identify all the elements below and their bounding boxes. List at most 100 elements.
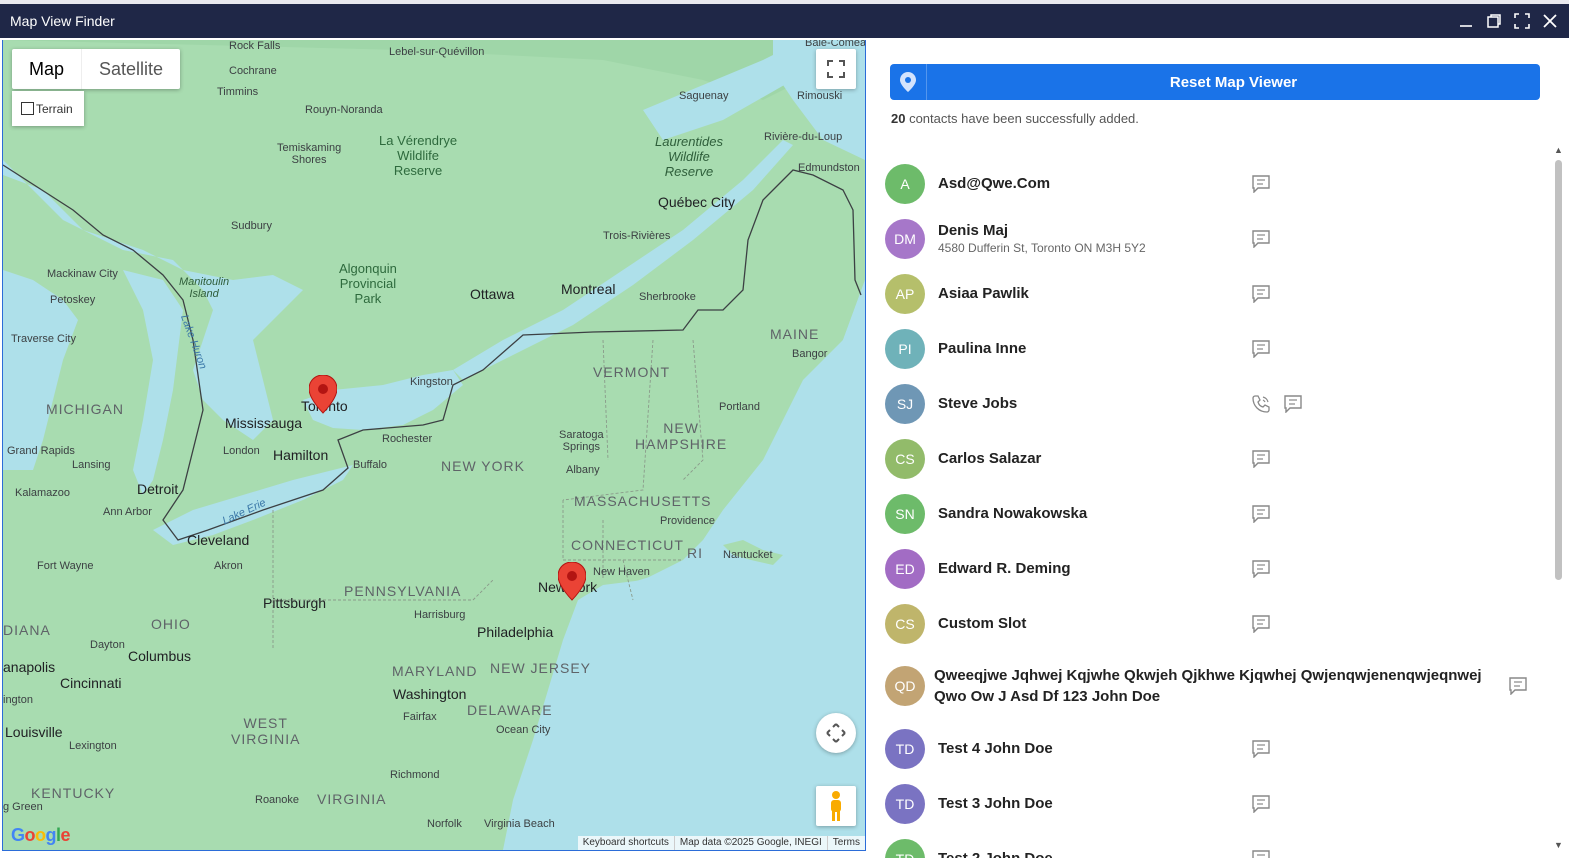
avatar: ED xyxy=(885,549,925,589)
terrain-checkbox[interactable] xyxy=(21,102,34,115)
contact-actions xyxy=(1250,558,1272,580)
contact-item[interactable]: TDTest 3 John Doe xyxy=(866,776,1556,831)
message-icon[interactable] xyxy=(1250,848,1272,858)
scroll-down-icon[interactable]: ▼ xyxy=(1554,840,1563,850)
message-icon[interactable] xyxy=(1250,338,1272,360)
map-type-map-button[interactable]: Map xyxy=(12,49,82,89)
map-type-control: Map Satellite xyxy=(12,49,180,89)
contact-text: Carlos Salazar xyxy=(938,450,1041,467)
map-label-roanoke: Roanoke xyxy=(255,794,299,806)
close-icon[interactable] xyxy=(1539,10,1561,32)
contact-item[interactable]: APAsiaa Pawlik xyxy=(866,266,1556,321)
message-icon[interactable] xyxy=(1250,558,1272,580)
contact-item[interactable]: CS Carlos Salazar xyxy=(866,431,1556,486)
contact-name: Denis Maj xyxy=(938,222,1146,239)
message-icon[interactable] xyxy=(1250,283,1272,305)
map-label-louisville: Louisville xyxy=(5,724,63,740)
call-icon[interactable] xyxy=(1250,393,1272,415)
contact-actions xyxy=(1250,393,1304,415)
map-label-ann-arbor: Ann Arbor xyxy=(103,506,152,518)
fullscreen-icon xyxy=(827,60,845,78)
map-label-rochester: Rochester xyxy=(382,433,432,445)
map-label-grand-rapids: Grand Rapids xyxy=(7,445,75,457)
map-label-ocean-city: Ocean City xyxy=(496,724,550,736)
contact-text: Test 4 John Doe xyxy=(938,740,1053,757)
minimize-icon[interactable] xyxy=(1455,10,1477,32)
avatar: TD xyxy=(885,784,925,824)
restore-icon[interactable] xyxy=(1483,10,1505,32)
message-icon[interactable] xyxy=(1282,393,1304,415)
map-label-traverse: Traverse City xyxy=(11,333,76,345)
contact-list: AAsd@Qwe.ComDMDenis Maj4580 Dufferin St,… xyxy=(866,150,1556,858)
contact-text: Edward R. Deming xyxy=(938,560,1071,577)
contacts-summary: 20 contacts have been successfully added… xyxy=(891,111,1139,126)
contact-item[interactable]: PIPaulina Inne xyxy=(866,321,1556,376)
scrollbar-thumb[interactable] xyxy=(1555,160,1562,580)
map-label-petoskey: Petoskey xyxy=(50,294,95,306)
scroll-up-icon[interactable]: ▲ xyxy=(1554,145,1563,155)
map-view-finder-window: Map View Finder xyxy=(0,0,1569,857)
keyboard-shortcuts-link[interactable]: Keyboard shortcuts xyxy=(578,836,674,850)
map-label-richmond: Richmond xyxy=(390,769,440,781)
terrain-toggle[interactable]: Terrain xyxy=(12,91,84,126)
message-icon[interactable] xyxy=(1250,503,1272,525)
contact-actions xyxy=(1507,675,1529,697)
map-label-maine: MAINE xyxy=(770,326,819,342)
map-label-timmins: Timmins xyxy=(217,86,258,98)
contact-text: Custom Slot xyxy=(938,615,1026,632)
map-label-washington: Washington xyxy=(393,686,466,702)
map-label-temiskaming: Temiskaming Shores xyxy=(277,142,341,166)
contact-item[interactable]: CS Custom Slot xyxy=(866,596,1556,651)
map-label-green: g Green xyxy=(3,801,43,813)
avatar: TD xyxy=(885,839,925,858)
contact-list-scrollbar[interactable]: ▲ ▼ xyxy=(1551,145,1567,850)
map-canvas[interactable]: Rock Falls Cochrane Lebel-sur-Quévillon … xyxy=(2,40,866,851)
maximize-icon[interactable] xyxy=(1511,10,1533,32)
map-label-virginia-beach: Virginia Beach xyxy=(484,818,555,830)
map-label-new-jersey: NEW JERSEY xyxy=(490,660,591,676)
reset-map-viewer-button[interactable]: Reset Map Viewer xyxy=(890,64,1540,100)
contact-item[interactable]: QDQweeqjwe Jqhwej Kqjwhe Qkwjeh Qjkhwe K… xyxy=(866,651,1556,721)
contact-item[interactable]: SNSandra Nowakowska xyxy=(866,486,1556,541)
contact-item[interactable]: AAsd@Qwe.Com xyxy=(866,156,1556,211)
message-icon[interactable] xyxy=(1250,613,1272,635)
contact-item[interactable]: TDTest 2 John Doe xyxy=(866,831,1556,858)
contact-address: 4580 Dufferin St, Toronto ON M3H 5Y2 xyxy=(938,241,1146,255)
contact-item[interactable]: ED Edward R. Deming xyxy=(866,541,1556,596)
avatar: CS xyxy=(885,604,925,644)
street-view-pegman-button[interactable] xyxy=(816,786,856,826)
map-label-algonquin: Algonquin Provincial Park xyxy=(339,261,397,306)
map-label-lexington: Lexington xyxy=(69,740,117,752)
map-label-harrisburg: Harrisburg xyxy=(414,609,465,621)
message-icon[interactable] xyxy=(1507,675,1529,697)
map-label-rimouski: Rimouski xyxy=(797,90,842,102)
map-label-philadelphia: Philadelphia xyxy=(477,624,553,640)
contact-text: Sandra Nowakowska xyxy=(938,505,1087,522)
terrain-label: Terrain xyxy=(36,102,73,116)
contact-name: Edward R. Deming xyxy=(938,560,1071,577)
contact-actions xyxy=(1250,738,1272,760)
contact-item[interactable]: TDTest 4 John Doe xyxy=(866,721,1556,776)
map-label-diana: DIANA xyxy=(3,622,51,638)
contact-item[interactable]: SJSteve Jobs xyxy=(866,376,1556,431)
camera-control-button[interactable] xyxy=(816,713,856,753)
avatar: CS xyxy=(885,439,925,479)
map-label-columbus: Columbus xyxy=(128,648,191,664)
message-icon[interactable] xyxy=(1250,738,1272,760)
window-controls xyxy=(1455,4,1561,38)
map-marker-new-york[interactable] xyxy=(558,562,586,607)
contact-actions xyxy=(1250,173,1272,195)
message-icon[interactable] xyxy=(1250,228,1272,250)
map-type-satellite-button[interactable]: Satellite xyxy=(82,49,180,89)
contact-actions xyxy=(1250,613,1272,635)
contact-item[interactable]: DMDenis Maj4580 Dufferin St, Toronto ON … xyxy=(866,211,1556,266)
fullscreen-button[interactable] xyxy=(816,49,856,89)
message-icon[interactable] xyxy=(1250,793,1272,815)
map-label-new-hampshire: NEW HAMPSHIRE xyxy=(635,420,727,452)
message-icon[interactable] xyxy=(1250,448,1272,470)
message-icon[interactable] xyxy=(1250,173,1272,195)
map-label-west-virginia: WEST VIRGINIA xyxy=(231,715,300,747)
terms-link[interactable]: Terms xyxy=(827,836,865,850)
map-marker-toronto[interactable] xyxy=(309,375,337,420)
contact-name: Steve Jobs xyxy=(938,395,1017,412)
